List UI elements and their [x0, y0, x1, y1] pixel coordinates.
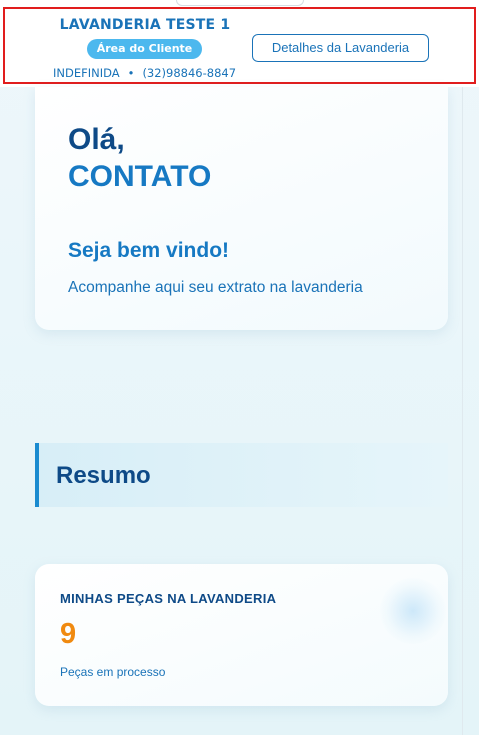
user-name: CONTATO: [68, 160, 212, 193]
summary-title: Resumo: [56, 462, 151, 489]
scroll-divider: [462, 87, 463, 735]
top-tab: [176, 0, 304, 6]
welcome-card: Olá, CONTATO Seja bem vindo! Acompanhe a…: [35, 87, 448, 330]
decorative-glow-icon: [380, 578, 446, 644]
pieces-stat-card: MINHAS PEÇAS NA LAVANDERIA 9 Peças em pr…: [35, 564, 448, 706]
stat-description: Peças em processo: [60, 665, 166, 679]
stat-value: 9: [60, 618, 77, 650]
greeting: Olá,: [68, 123, 125, 156]
welcome-heading: Seja bem vindo!: [68, 239, 230, 262]
summary-section-header: Resumo: [35, 443, 448, 507]
welcome-subtitle: Acompanhe aqui seu extrato na lavanderia: [68, 279, 363, 296]
highlight-frame: [3, 7, 476, 84]
summary-accent-bar: [35, 443, 39, 507]
header-bar: LAVANDERIA TESTE 1 Área do Cliente INDEF…: [0, 0, 479, 87]
stat-label: MINHAS PEÇAS NA LAVANDERIA: [60, 591, 277, 606]
